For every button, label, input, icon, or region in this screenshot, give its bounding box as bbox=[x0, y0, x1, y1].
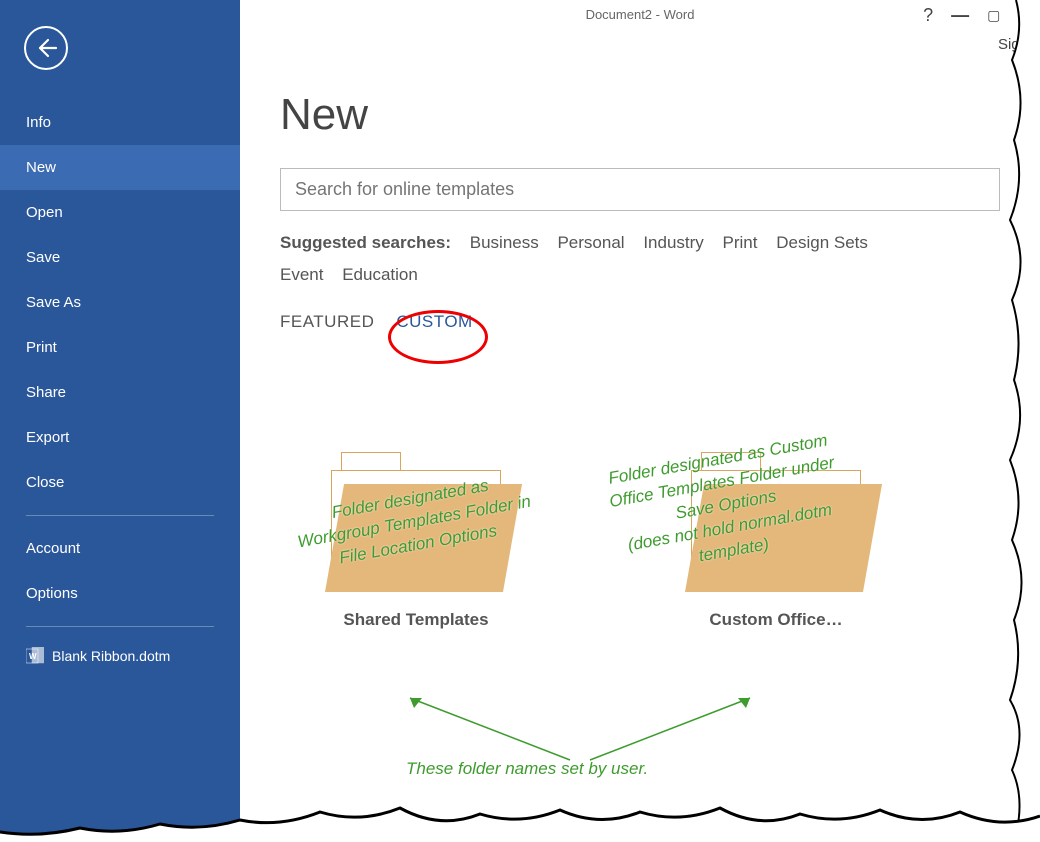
backstage-sidebar: Info New Open Save Save As Print Share E… bbox=[0, 0, 240, 842]
suggested-education[interactable]: Education bbox=[342, 265, 418, 284]
recent-file[interactable]: W Blank Ribbon.dotm bbox=[0, 637, 240, 675]
recent-file-label: Blank Ribbon.dotm bbox=[52, 648, 170, 664]
nav-list: Info New Open Save Save As Print Share E… bbox=[0, 100, 240, 675]
tab-custom[interactable]: CUSTOM bbox=[396, 312, 472, 332]
suggested-personal[interactable]: Personal bbox=[557, 233, 624, 252]
nav-account[interactable]: Account bbox=[0, 526, 240, 571]
folder-icon bbox=[691, 452, 861, 592]
page-title: New bbox=[280, 90, 1000, 140]
suggested-event[interactable]: Event bbox=[280, 265, 323, 284]
nav-divider-2 bbox=[26, 626, 214, 627]
suggested-print[interactable]: Print bbox=[723, 233, 758, 252]
back-button[interactable] bbox=[24, 26, 68, 70]
suggested-business[interactable]: Business bbox=[470, 233, 539, 252]
search-input[interactable] bbox=[280, 168, 1000, 211]
folder-label: Custom Office… bbox=[676, 610, 876, 630]
nav-share[interactable]: Share bbox=[0, 370, 240, 415]
folder-label: Shared Templates bbox=[316, 610, 516, 630]
nav-info[interactable]: Info bbox=[0, 100, 240, 145]
svg-text:W: W bbox=[29, 652, 37, 661]
template-folders: Shared Templates Custom Office… bbox=[280, 452, 1000, 630]
suggested-design-sets[interactable]: Design Sets bbox=[776, 233, 868, 252]
folder-shared-templates[interactable]: Shared Templates bbox=[316, 452, 516, 630]
nav-save[interactable]: Save bbox=[0, 235, 240, 280]
template-tabs: FEATURED CUSTOM bbox=[280, 312, 1000, 332]
nav-divider bbox=[26, 515, 214, 516]
suggested-label: Suggested searches: bbox=[280, 233, 451, 252]
main-content: New Suggested searches: Business Persona… bbox=[240, 0, 1040, 842]
nav-new[interactable]: New bbox=[0, 145, 240, 190]
nav-save-as[interactable]: Save As bbox=[0, 280, 240, 325]
word-doc-icon: W bbox=[26, 647, 44, 665]
folder-icon bbox=[331, 452, 501, 592]
tab-featured[interactable]: FEATURED bbox=[280, 312, 374, 332]
nav-open[interactable]: Open bbox=[0, 190, 240, 235]
nav-close[interactable]: Close bbox=[0, 460, 240, 505]
suggested-industry[interactable]: Industry bbox=[643, 233, 703, 252]
nav-options[interactable]: Options bbox=[0, 571, 240, 616]
back-arrow-icon bbox=[34, 36, 58, 60]
nav-export[interactable]: Export bbox=[0, 415, 240, 460]
nav-print[interactable]: Print bbox=[0, 325, 240, 370]
folder-custom-office[interactable]: Custom Office… bbox=[676, 452, 876, 630]
suggested-searches: Suggested searches: Business Personal In… bbox=[280, 227, 1000, 292]
